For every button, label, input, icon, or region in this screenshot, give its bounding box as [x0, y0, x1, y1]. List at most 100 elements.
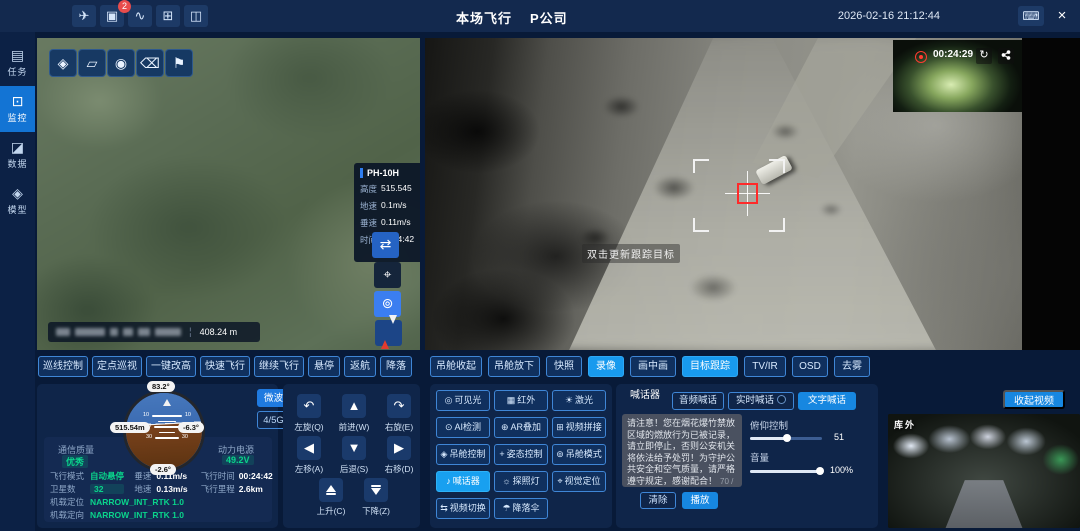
pod-function-panel: ◎可见光 ▦红外 ☀激光 ⊙AI检测 ⊕AR叠加 ⊞视频拼接 ◈吊舱控制 +姿态… [430, 384, 612, 528]
loudspeaker-button[interactable]: ♪喊话器 [436, 471, 490, 492]
attitude-control-button[interactable]: +姿态控制 [494, 444, 548, 465]
monitor-icon: ⊡ [0, 93, 35, 109]
video-switch-button[interactable]: ⇆视频切换 [436, 498, 490, 519]
target-lock-box [737, 183, 758, 204]
continue-flight-button[interactable]: 继续飞行 [254, 356, 304, 377]
record-button[interactable]: 录像 [588, 356, 624, 377]
compass-icon[interactable] [375, 320, 402, 346]
clear-button[interactable]: 清除 [640, 492, 676, 509]
image-icon[interactable]: ◫ [184, 5, 208, 27]
ar-overlay-button[interactable]: ⊕AR叠加 [494, 417, 548, 438]
map-scale-bar: ¦ 408.24 m [48, 322, 260, 342]
ascend-icon [319, 478, 343, 502]
refresh-icon[interactable]: ↻ [976, 48, 992, 64]
locate-aircraft-icon[interactable]: ⌖ [374, 262, 401, 288]
layers-icon[interactable]: ◈ [49, 49, 77, 77]
pip-toggle-button[interactable]: 画中画 [630, 356, 676, 377]
clear-icon[interactable]: ⌫ [136, 49, 164, 77]
info-icon [777, 395, 786, 404]
hover-button[interactable]: 悬停 [308, 356, 340, 377]
telemetry-panel: 1010 2020 3030 83.2° 515.54m -6.3° -2.6°… [37, 384, 278, 528]
sidebar: ▤ 任务 ⊡ 监控 ◪ 数据 ◈ 模型 [0, 32, 35, 531]
pin-icon[interactable]: ⚑ [165, 49, 193, 77]
move-left-button[interactable]: ◀ [297, 436, 321, 460]
redacted-coordinates [110, 328, 118, 336]
pitch-value: -6.3° [178, 422, 204, 433]
sidebar-item-monitor[interactable]: ⊡ 监控 [0, 86, 35, 132]
laser-button[interactable]: ☀激光 [552, 390, 606, 411]
defog-button[interactable]: 去雾 [834, 356, 870, 377]
pod-deploy-button[interactable]: 吊舱放下 [488, 356, 540, 377]
ascend-button[interactable] [319, 478, 343, 502]
flight-title: 本场飞行 [456, 11, 512, 26]
visual-positioning-button[interactable]: ⌖视觉定位 [552, 471, 606, 492]
infrared-button[interactable]: ▦红外 [494, 390, 548, 411]
thermal-video-feed[interactable]: 双击更新跟踪目标 00:24:29 ↻ [425, 38, 1080, 350]
collapse-video-button[interactable]: 收起视频 [1003, 390, 1065, 409]
sidebar-item-tasks[interactable]: ▤ 任务 [0, 40, 35, 86]
company-name: P公司 [530, 11, 568, 26]
rotate-right-button[interactable]: ↷ [387, 394, 411, 418]
picture-in-picture[interactable]: 00:24:29 ↻ [893, 40, 1022, 112]
redacted-coordinates [155, 328, 181, 336]
parachute-button[interactable]: ☂降落伞 [494, 498, 548, 519]
video-stitch-button[interactable]: ⊞视频拼接 [552, 417, 606, 438]
roll-value: -2.6° [150, 464, 176, 475]
text-broadcast-button[interactable]: 文字喊话 [798, 392, 856, 410]
infrared-icon: ▦ [507, 395, 516, 405]
searchlight-button[interactable]: ☼探照灯 [494, 471, 548, 492]
ground-camera-thumbnail[interactable]: 库外 [888, 414, 1080, 528]
pod-control-button[interactable]: ◈吊舱控制 [436, 444, 490, 465]
heading-pointer [163, 399, 171, 406]
map-view[interactable]: ◈ ▱ ◉ ⌫ ⚑ PH-10H 高度515.545 地速0.1m/s 垂速0.… [37, 38, 420, 350]
speaker-tab: 喊话器 [616, 388, 674, 404]
rotate-left-button[interactable]: ↶ [297, 394, 321, 418]
patrol-control-button[interactable]: 巡线控制 [38, 356, 88, 377]
route-icon[interactable]: ∿ [128, 5, 152, 27]
descend-button[interactable] [364, 478, 388, 502]
tv-ir-button[interactable]: TV/IR [744, 356, 786, 377]
change-altitude-button[interactable]: 一键改高 [146, 356, 196, 377]
volume-slider-thumb[interactable] [816, 467, 824, 475]
pitch-slider[interactable] [750, 437, 822, 440]
return-home-button[interactable]: 返航 [344, 356, 376, 377]
target-tracking-button[interactable]: 目标跟踪 [682, 356, 738, 377]
pitch-slider-thumb[interactable] [783, 434, 791, 442]
swap-view-icon[interactable]: ⇄ [372, 232, 399, 258]
drone-icon[interactable]: ✈ [72, 5, 96, 27]
loudspeaker-panel: 喊话器 音频喊话 实时喊话 文字喊话 请注意！您在烟花爆竹禁放区域的燃放行为已被… [616, 384, 878, 528]
live-broadcast-button[interactable]: 实时喊话 [728, 392, 794, 410]
keyboard-icon[interactable]: ⌨ [1018, 6, 1044, 26]
data-chart-icon: ◪ [0, 139, 35, 155]
sidebar-item-data[interactable]: ◪ 数据 [0, 132, 35, 178]
descend-icon [364, 478, 388, 502]
ai-detect-button[interactable]: ⊙AI检测 [436, 417, 490, 438]
fast-flight-button[interactable]: 快速飞行 [200, 356, 250, 377]
forward-button[interactable]: ▲ [342, 394, 366, 418]
share-icon[interactable] [998, 48, 1014, 64]
broadcast-message-box[interactable]: 请注意！您在烟花爆竹禁放区域的燃放行为已被记录，请立即停止，否则公安机关将依法给… [622, 414, 742, 487]
play-button[interactable]: 播放 [682, 492, 718, 509]
globe-icon[interactable]: ⊚ [374, 291, 401, 317]
snapshot-button[interactable]: 快照 [546, 356, 582, 377]
pod-mode-icon: ⊚ [556, 449, 564, 459]
visible-light-button[interactable]: ◎可见光 [436, 390, 490, 411]
measure-icon[interactable]: ▱ [78, 49, 106, 77]
pitch-value: 51 [834, 432, 844, 442]
media-library-icon[interactable]: ⊞ [156, 5, 180, 27]
backward-button[interactable]: ▼ [342, 436, 366, 460]
land-button[interactable]: 降落 [380, 356, 412, 377]
pod-mode-button[interactable]: ⊚吊舱模式 [552, 444, 606, 465]
move-right-button[interactable]: ▶ [387, 436, 411, 460]
pod-retract-button[interactable]: 吊舱收起 [430, 356, 482, 377]
movement-pad: ↶ ▲ ↷ 左旋(Q) 前进(W) 右旋(E) ◀ ▼ ▶ 左移(A) 后退(S… [283, 384, 420, 528]
osd-button[interactable]: OSD [792, 356, 828, 377]
sidebar-item-model[interactable]: ◈ 模型 [0, 178, 35, 224]
marker-icon[interactable]: ◉ [107, 49, 135, 77]
stats-row: 机载定向NARROW_INT_RTK 1.0 [50, 509, 184, 521]
audio-broadcast-button[interactable]: 音频喊话 [672, 392, 724, 410]
close-icon[interactable]: × [1052, 6, 1072, 26]
fixed-point-patrol-button[interactable]: 定点巡视 [92, 356, 142, 377]
pitch-control-label: 俯仰控制 [750, 418, 788, 432]
volume-slider[interactable] [750, 470, 822, 473]
